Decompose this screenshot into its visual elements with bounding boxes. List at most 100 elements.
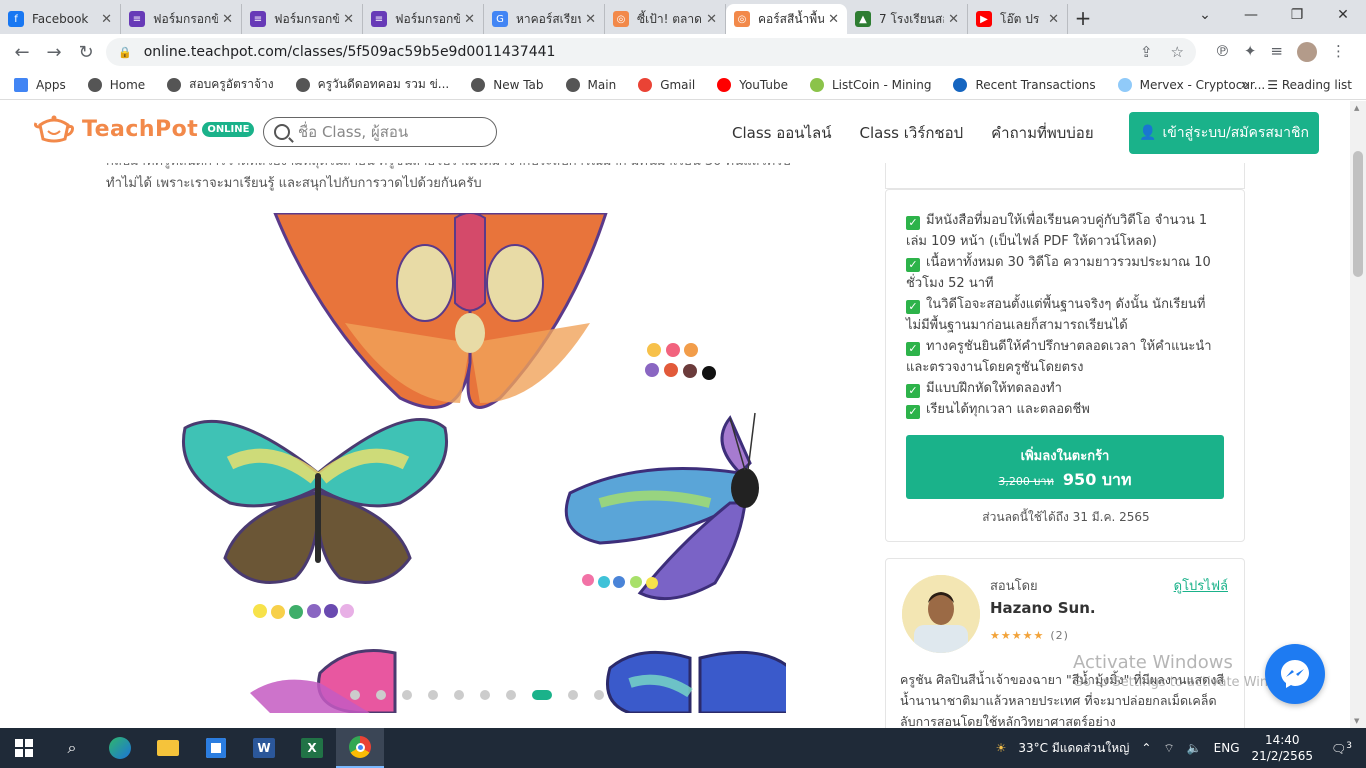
tab-close-icon[interactable]: ✕ <box>222 12 233 27</box>
store-icon[interactable] <box>192 728 240 768</box>
browser-tab[interactable]: ≡ ฟอร์มกรอกข้ ✕ <box>121 4 242 34</box>
bookmark-item[interactable]: ครูวันดีดอทคอม รวม ข่... <box>295 75 449 94</box>
intro-line-2: ทำไม่ได้ เพราะเราจะมาเรียนรู้ และสนุกไปก… <box>106 176 482 191</box>
browser-tab[interactable]: ≡ ฟอร์มกรอกข้ ✕ <box>363 4 484 34</box>
carousel-dot[interactable] <box>428 690 438 700</box>
new-tab-icon[interactable]: + <box>1068 4 1098 34</box>
menu-icon[interactable]: ⋮ <box>1331 42 1346 62</box>
tab-close-icon[interactable]: ✕ <box>101 12 112 27</box>
login-register-button[interactable]: 👤 เข้าสู่ระบบ/สมัครสมาชิก <box>1129 112 1319 154</box>
bookmark-item[interactable]: ListCoin - Mining <box>810 77 931 92</box>
word-icon[interactable]: W <box>240 728 288 768</box>
activate-title: Activate Windows <box>1073 652 1233 673</box>
file-explorer-icon[interactable] <box>144 728 192 768</box>
bookmark-item[interactable]: Main <box>565 77 616 92</box>
forward-icon[interactable]: → <box>38 42 70 63</box>
checkmark-icon: ✓ <box>906 216 920 230</box>
browser-tab[interactable]: G หาคอร์สเรียน ✕ <box>484 4 605 34</box>
carousel-dot[interactable] <box>532 690 552 700</box>
weather-text[interactable]: 33°C มีแดดส่วนใหญ่ <box>1018 739 1129 758</box>
url-text[interactable]: online.teachpot.com/classes/5f509ac59b5e… <box>144 44 556 60</box>
nav-faq[interactable]: คำถามที่พบบ่อย <box>991 121 1093 145</box>
nav-online-class[interactable]: Class ออนไลน์ <box>732 121 832 145</box>
browser-tab[interactable]: f Facebook ✕ <box>0 4 121 34</box>
bookmark-icon <box>810 77 824 92</box>
chrome-icon[interactable] <box>336 728 384 768</box>
more-bookmarks-icon[interactable]: » <box>1241 77 1250 93</box>
tab-close-icon[interactable]: ✕ <box>706 12 717 27</box>
tab-close-icon[interactable]: ✕ <box>343 12 354 27</box>
class-search-input[interactable]: ชื่อ Class, ผู้สอน <box>263 117 497 147</box>
minimize-icon[interactable]: — <box>1228 0 1274 30</box>
carousel-dot[interactable] <box>454 690 464 700</box>
volume-icon[interactable]: 🔈 <box>1187 741 1202 755</box>
tab-search-icon[interactable]: ⌄ <box>1182 0 1228 30</box>
search-taskbar-icon[interactable]: ⌕ <box>48 728 96 768</box>
bookmark-item[interactable]: Home <box>87 77 145 92</box>
bookmark-item[interactable]: Apps <box>14 77 66 92</box>
browser-tab[interactable]: ▲ 7 โรงเรียนสอ ✕ <box>847 4 968 34</box>
bookmark-item[interactable]: Recent Transactions <box>953 77 1096 92</box>
extension-p-icon[interactable]: ℗ <box>1215 42 1230 62</box>
tab-close-icon[interactable]: ✕ <box>585 12 596 27</box>
clock[interactable]: 14:40 21/2/2565 <box>1252 732 1314 764</box>
carousel-dot[interactable] <box>506 690 516 700</box>
old-price: 3,200 บาท <box>998 475 1054 488</box>
start-icon[interactable] <box>0 728 48 768</box>
tab-close-icon[interactable]: ✕ <box>948 12 959 27</box>
tab-close-icon[interactable]: ✕ <box>828 12 839 27</box>
media-control-icon[interactable]: ≡ <box>1270 42 1283 62</box>
profile-avatar[interactable] <box>1297 42 1317 62</box>
network-icon[interactable]: ⌔ <box>1163 741 1174 756</box>
tab-close-icon[interactable]: ✕ <box>464 12 475 27</box>
bookmark-item[interactable]: Gmail <box>638 77 695 92</box>
reload-icon[interactable]: ↻ <box>70 42 102 63</box>
url-bar[interactable]: 🔒 online.teachpot.com/classes/5f509ac59b… <box>106 38 1196 66</box>
page-scrollbar[interactable]: ▲ ▼ <box>1350 101 1366 728</box>
scrollbar-thumb[interactable] <box>1353 151 1363 277</box>
close-window-icon[interactable]: ✕ <box>1320 0 1366 30</box>
review-count: (2) <box>1050 629 1069 642</box>
carousel-dot[interactable] <box>594 690 604 700</box>
bookmark-star-icon[interactable]: ☆ <box>1171 43 1184 61</box>
lock-icon[interactable]: 🔒 <box>118 46 132 59</box>
bookmark-item[interactable]: สอบครูอัตราจ้าง <box>167 75 274 94</box>
weather-icon[interactable]: ☀ <box>996 741 1007 755</box>
bookmarks-bar: Apps Home สอบครูอัตราจ้าง ครูวันดีดอทคอม รว… <box>0 70 1366 100</box>
system-tray: ☀ 33°C มีแดดส่วนใหญ่ ⌃ ⌔ 🔈 ENG 14:40 21/… <box>996 728 1366 768</box>
share-icon[interactable]: ⇪ <box>1140 43 1153 61</box>
messenger-chat-button[interactable] <box>1265 644 1325 704</box>
teacher-avatar[interactable] <box>902 575 980 653</box>
tab-close-icon[interactable]: ✕ <box>1048 12 1059 27</box>
add-to-cart-button[interactable]: เพิ่มลงในตะกร้า 3,200 บาท 950 บาท <box>906 435 1224 499</box>
tray-chevron-icon[interactable]: ⌃ <box>1141 741 1151 755</box>
carousel-dot[interactable] <box>350 690 360 700</box>
tab-title: คอร์สสีน้ำพื้น <box>758 11 825 26</box>
scroll-up-icon[interactable]: ▲ <box>1354 104 1359 112</box>
carousel-dot[interactable] <box>376 690 386 700</box>
online-badge: ONLINE <box>202 121 255 137</box>
excel-icon[interactable]: X <box>288 728 336 768</box>
language-indicator[interactable]: ENG <box>1214 741 1240 755</box>
browser-tab[interactable]: ≡ ฟอร์มกรอกข้ ✕ <box>242 4 363 34</box>
scroll-down-icon[interactable]: ▼ <box>1354 717 1359 725</box>
extensions-puzzle-icon[interactable]: ✦ <box>1244 42 1257 62</box>
notification-center-icon[interactable]: 🗨3 <box>1331 741 1352 756</box>
browser-tab[interactable]: ◎ ซี้เป้า! ตลาด ✕ <box>605 4 726 34</box>
view-profile-link[interactable]: ดูโปรไฟล์ <box>1174 575 1228 596</box>
bookmark-item[interactable]: New Tab <box>471 77 544 92</box>
carousel-dot[interactable] <box>402 690 412 700</box>
reading-list[interactable]: ☰ Reading list <box>1267 78 1352 92</box>
back-icon[interactable]: ← <box>6 42 38 63</box>
restore-icon[interactable]: ❐ <box>1274 0 1320 30</box>
edge-icon[interactable] <box>96 728 144 768</box>
browser-tab[interactable]: ▶ โอ๊ต ปร ✕ <box>968 4 1068 34</box>
reading-list-icon: ☰ <box>1267 77 1279 92</box>
teachpot-logo[interactable]: TeachPot ONLINE <box>34 113 255 145</box>
carousel-dot[interactable] <box>480 690 490 700</box>
feature-item: ✓ เนื้อหาทั้งหมด 30 วิดีโอ ความยาวรวมประม… <box>906 252 1226 294</box>
browser-tab[interactable]: ◎ คอร์สสีน้ำพื้น ✕ <box>726 4 847 34</box>
carousel-dot[interactable] <box>568 690 578 700</box>
bookmark-item[interactable]: YouTube <box>717 77 788 92</box>
nav-workshop-class[interactable]: Class เวิร์กชอป <box>860 121 964 145</box>
